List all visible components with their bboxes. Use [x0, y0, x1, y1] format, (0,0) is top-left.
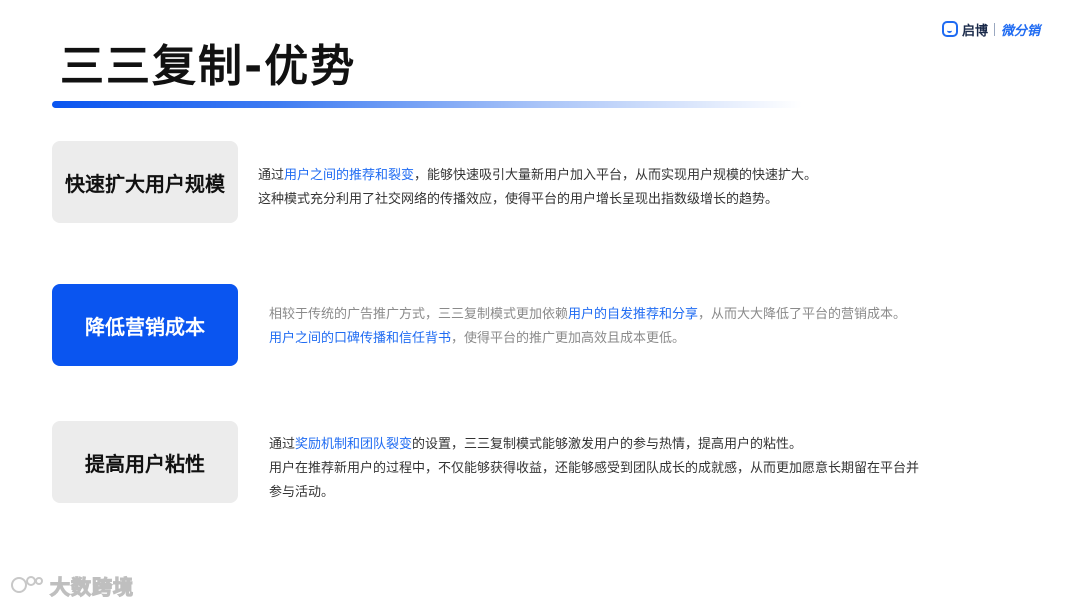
desc-line: 用户在推荐新用户的过程中，不仅能够获得收益，还能够感受到团队成长的成就感，从而更…: [269, 461, 920, 476]
watermark-text: 大数跨境: [49, 574, 134, 599]
desc-line: 这种模式充分利用了社交网络的传播效应，使得平台的用户增长呈现出指数级增长的趋势。: [258, 192, 779, 207]
brand-divider: [994, 22, 996, 36]
desc-user-growth: 通过用户之间的推荐和裂变，能够快速吸引大量新用户加入平台，从而实现用户规模的快速…: [258, 164, 817, 212]
desc-line: 参与活动。: [269, 485, 335, 500]
brand-logo: 启博 微分销: [942, 19, 1040, 39]
watermark: 大数跨境: [10, 568, 134, 602]
desc-lower-cost: 相较于传统的广告推广方式，三三复制模式更加依赖用户的自发推荐和分享，从而大大降低…: [269, 303, 906, 351]
watermark-logo-icon: [11, 576, 43, 593]
title-underline: [52, 101, 802, 108]
brand-logo-icon: [942, 21, 958, 37]
tag-user-stickiness: 提高用户粘性: [52, 421, 238, 503]
tag-user-growth: 快速扩大用户规模: [52, 141, 238, 223]
desc-line: 通过奖励机制和团队裂变的设置，三三复制模式能够激发用户的参与热情，提高用户的粘性…: [269, 437, 803, 452]
tag-lower-cost: 降低营销成本: [52, 284, 238, 366]
page-title: 三三复制-优势: [60, 41, 357, 92]
desc-line: 通过用户之间的推荐和裂变，能够快速吸引大量新用户加入平台，从而实现用户规模的快速…: [258, 168, 818, 183]
desc-user-stickiness: 通过奖励机制和团队裂变的设置，三三复制模式能够激发用户的参与热情，提高用户的粘性…: [269, 433, 919, 505]
desc-line: 相较于传统的广告推广方式，三三复制模式更加依赖用户的自发推荐和分享，从而大大降低…: [269, 307, 907, 322]
brand-subtitle: 微分销: [1001, 23, 1041, 39]
desc-line: 用户之间的口碑传播和信任背书，使得平台的推广更加高效且成本更低。: [269, 331, 686, 346]
brand-name: 启博: [962, 23, 989, 39]
